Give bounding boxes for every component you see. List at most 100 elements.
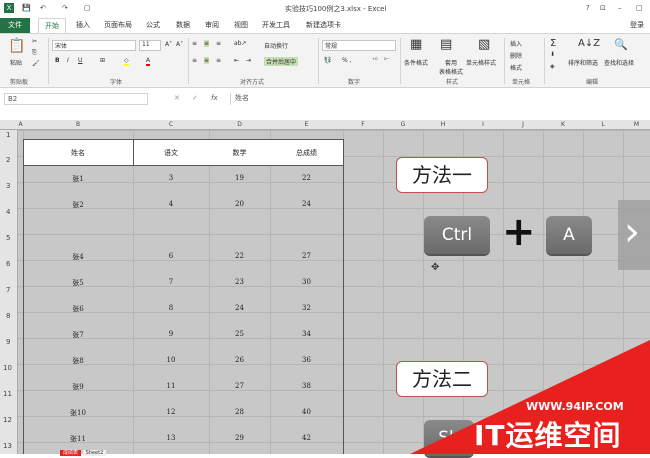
row-header[interactable]: 7 (6, 286, 10, 294)
column-header[interactable]: E (270, 121, 343, 128)
tab-developer[interactable]: 开发工具 (262, 20, 290, 30)
tab-insert[interactable]: 插入 (76, 20, 90, 30)
column-header[interactable]: K (543, 121, 583, 128)
autosum-icon[interactable]: Σ (550, 38, 556, 49)
column-header[interactable]: C (133, 121, 209, 128)
align-left-icon[interactable]: ≡ (192, 57, 197, 64)
decrease-decimal-icon[interactable]: ⁰⁻ (384, 57, 390, 64)
cell-math[interactable]: 19 (209, 174, 270, 182)
header-chinese[interactable]: 语文 (133, 148, 209, 158)
header-total[interactable]: 总成绩 (270, 148, 343, 158)
number-format-select[interactable]: 常规 (322, 40, 396, 51)
align-center-icon[interactable]: ≡ (204, 57, 210, 64)
column-header[interactable]: H (423, 121, 463, 128)
grow-font-icon[interactable]: A˄ (165, 41, 172, 48)
paste-icon[interactable]: 📋 (8, 38, 25, 54)
underline-icon[interactable]: U (78, 57, 82, 64)
next-slide-button[interactable]: › (618, 200, 650, 270)
cell-total[interactable]: 42 (270, 434, 343, 442)
row-header[interactable]: 3 (6, 182, 10, 190)
column-header[interactable]: M (623, 121, 650, 128)
cell-chinese[interactable]: 3 (133, 174, 209, 182)
redo-icon[interactable]: ↷ (62, 4, 68, 12)
row-header[interactable]: 9 (6, 338, 10, 346)
row-header[interactable]: 2 (6, 156, 10, 164)
print-preview-icon[interactable]: ▢ (84, 4, 91, 12)
cell-name[interactable]: 张6 (23, 304, 133, 314)
header-name[interactable]: 姓名 (23, 148, 133, 158)
tab-home[interactable]: 开始 (38, 18, 66, 33)
cell-name[interactable]: 张7 (23, 330, 133, 340)
wrap-text-button[interactable]: 自动换行 (264, 41, 288, 50)
login-link[interactable]: 登录 (630, 20, 644, 30)
minimize-button[interactable]: – (618, 4, 622, 12)
sheet-tab-active[interactable]: 成绩表 (60, 450, 82, 456)
cell-chinese[interactable]: 8 (133, 304, 209, 312)
cell-math[interactable]: 23 (209, 278, 270, 286)
cut-icon[interactable]: ✂ (32, 38, 37, 45)
cell-total[interactable]: 40 (270, 408, 343, 416)
shrink-font-icon[interactable]: A˅ (176, 41, 183, 48)
cell-name[interactable]: 张5 (23, 278, 133, 288)
column-header[interactable]: I (463, 121, 503, 128)
cell-chinese[interactable]: 6 (133, 252, 209, 260)
formula-input[interactable]: 姓名 (230, 93, 650, 105)
fill-color-icon[interactable]: ◇ (124, 57, 129, 66)
cell-total[interactable]: 32 (270, 304, 343, 312)
border-icon[interactable]: ⊞ (100, 57, 105, 64)
find-select-icon[interactable]: 🔍 (614, 38, 628, 51)
cell-name[interactable]: 张8 (23, 356, 133, 366)
header-math[interactable]: 数学 (209, 148, 270, 158)
cell-total[interactable]: 30 (270, 278, 343, 286)
cond-format-button[interactable]: 条件格式 (404, 58, 428, 67)
align-right-icon[interactable]: ≡ (216, 57, 221, 64)
cancel-icon[interactable]: ✕ (174, 94, 180, 102)
font-color-icon[interactable]: A (146, 57, 151, 66)
row-header[interactable]: 5 (6, 234, 10, 242)
align-middle-icon[interactable]: ≡ (204, 40, 210, 47)
find-select-button[interactable]: 查找和选择 (604, 58, 634, 67)
save-icon[interactable]: 💾 (22, 4, 31, 12)
bold-icon[interactable]: B (55, 57, 60, 64)
column-header[interactable]: J (503, 121, 543, 128)
tab-formulas[interactable]: 公式 (146, 20, 160, 30)
currency-icon[interactable]: 💱 (324, 57, 331, 64)
font-size-select[interactable]: 11 (139, 40, 161, 51)
sort-filter-icon[interactable]: A↓Z (578, 38, 600, 49)
tab-review[interactable]: 审阅 (205, 20, 219, 30)
cell-chinese[interactable]: 7 (133, 278, 209, 286)
cell-math[interactable]: 25 (209, 330, 270, 338)
format-painter-icon[interactable]: 🖌 (32, 60, 40, 67)
format-cells-button[interactable]: 格式 (510, 63, 522, 72)
cell-chinese[interactable]: 9 (133, 330, 209, 338)
undo-icon[interactable]: ↶ (40, 4, 46, 12)
help-button[interactable]: ? (586, 4, 590, 12)
row-header[interactable]: 4 (6, 208, 10, 216)
cond-format-icon[interactable]: ▦ (410, 37, 422, 52)
cell-name[interactable]: 张2 (23, 200, 133, 210)
row-header[interactable]: 1 (6, 131, 10, 139)
sheet-tab[interactable]: Sheet2 (82, 450, 107, 456)
row-header[interactable]: 6 (6, 260, 10, 268)
decrease-indent-icon[interactable]: ⇤ (234, 57, 239, 64)
cell-style-button[interactable]: 单元格样式 (466, 58, 496, 67)
column-header[interactable]: D (209, 121, 270, 128)
insert-function-button[interactable]: fx (211, 94, 218, 102)
percent-style-button[interactable]: % , (342, 57, 352, 64)
paste-button[interactable]: 粘贴 (10, 58, 22, 67)
align-bottom-icon[interactable]: ≡ (216, 40, 221, 47)
cell-chinese[interactable]: 13 (133, 434, 209, 442)
cell-math[interactable]: 27 (209, 382, 270, 390)
italic-icon[interactable]: I (67, 57, 69, 64)
cell-chinese[interactable]: 11 (133, 382, 209, 390)
enter-icon[interactable]: ✓ (192, 94, 198, 102)
cell-name[interactable]: 张1 (23, 174, 133, 184)
column-header[interactable]: G (383, 121, 423, 128)
cell-total[interactable]: 38 (270, 382, 343, 390)
cell-total[interactable]: 24 (270, 200, 343, 208)
table-format-icon[interactable]: ▤ (440, 37, 452, 52)
merge-center-button[interactable]: 合并后居中 (264, 57, 299, 66)
delete-cells-button[interactable]: 删除 (510, 51, 522, 60)
cell-name[interactable]: 张10 (23, 408, 133, 418)
tab-data[interactable]: 数据 (176, 20, 190, 30)
